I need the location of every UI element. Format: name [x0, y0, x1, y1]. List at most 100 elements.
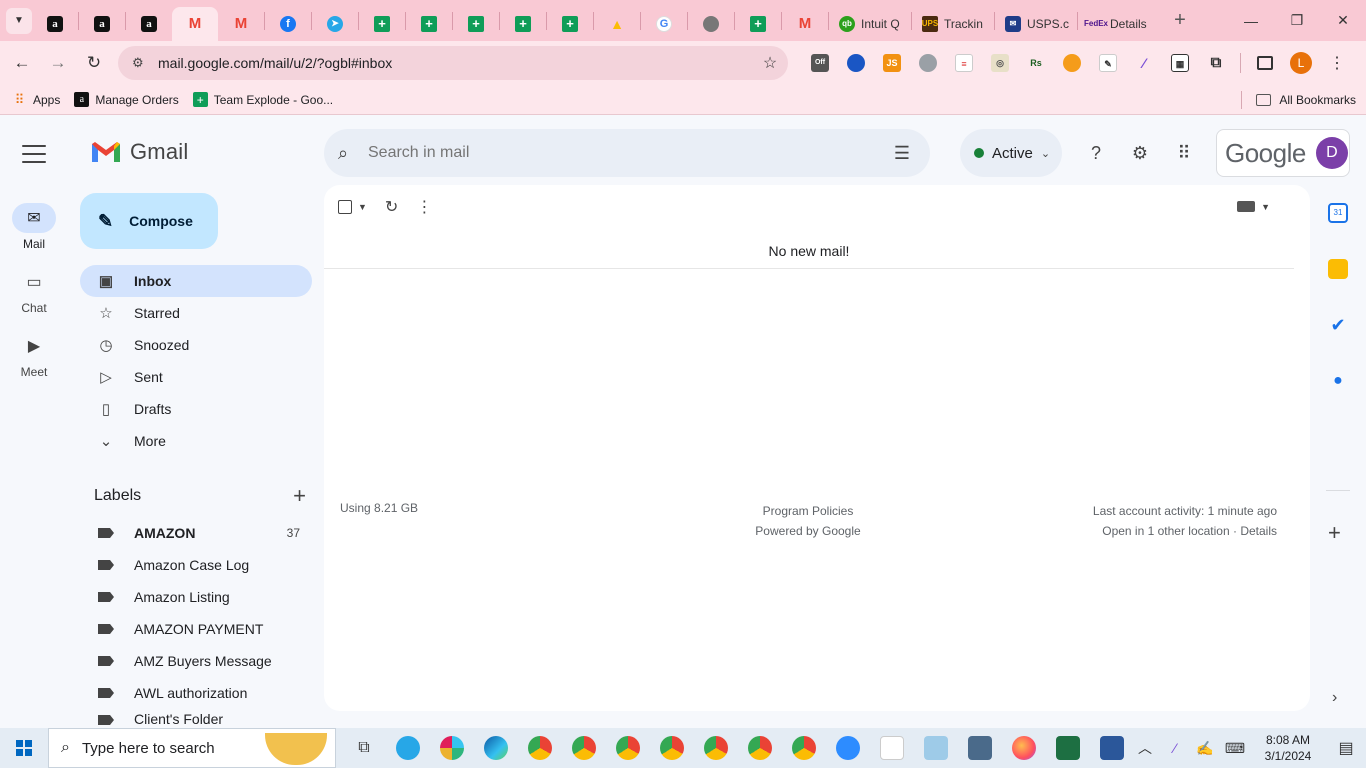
profile-button[interactable]: L: [1283, 45, 1319, 81]
keep-icon[interactable]: [1328, 259, 1348, 279]
browser-tab[interactable]: +: [406, 7, 452, 41]
show-hidden-icons[interactable]: ︿: [1130, 738, 1160, 758]
calculator-app-icon[interactable]: [958, 728, 1002, 768]
label-item[interactable]: AMZ Buyers Message: [80, 645, 312, 677]
task-view-icon[interactable]: ⧉: [342, 728, 386, 768]
calendar-icon[interactable]: 31: [1328, 203, 1348, 223]
word-app-icon[interactable]: [1090, 728, 1134, 768]
label-item[interactable]: Client's Folder: [80, 709, 312, 729]
bookmark-manage-orders[interactable]: a Manage Orders: [74, 92, 179, 107]
storage-usage[interactable]: Using 8.21 GB: [340, 501, 418, 515]
chrome-app-icon[interactable]: [606, 728, 650, 768]
browser-tab[interactable]: a: [126, 7, 172, 41]
label-item[interactable]: Amazon Listing: [80, 581, 312, 613]
extension-qr-icon[interactable]: ▦: [1162, 45, 1198, 81]
input-tools-button[interactable]: ▼: [1237, 201, 1270, 212]
gmail-logo[interactable]: Gmail: [90, 139, 188, 165]
rail-item-chat[interactable]: ▭ Chat: [0, 267, 68, 315]
pen-tray-icon[interactable]: ⁄: [1160, 740, 1190, 756]
more-options-icon[interactable]: ⋮: [416, 197, 432, 217]
start-button[interactable]: [0, 728, 48, 768]
notepad-app-icon[interactable]: [914, 728, 958, 768]
side-panel-icon[interactable]: [1247, 45, 1283, 81]
browser-tab[interactable]: ➤: [312, 7, 358, 41]
refresh-icon[interactable]: ↻: [385, 197, 398, 217]
nav-item-starred[interactable]: ☆ Starred: [80, 297, 312, 329]
browser-tab[interactable]: a: [79, 7, 125, 41]
extensions-puzzle-icon[interactable]: ⧉: [1198, 45, 1234, 81]
chrome-app-icon[interactable]: [782, 728, 826, 768]
label-item[interactable]: AWL authorization: [80, 677, 312, 709]
notifications-icon[interactable]: ▤: [1326, 738, 1366, 758]
clock[interactable]: 8:08 AM 3/1/2024: [1250, 732, 1326, 764]
browser-menu-icon[interactable]: ⋮: [1319, 45, 1355, 81]
chrome-app-icon[interactable]: [562, 728, 606, 768]
chrome-app-icon[interactable]: [694, 728, 738, 768]
browser-tab[interactable]: a: [32, 7, 78, 41]
address-bar[interactable]: ⚙ mail.google.com/mail/u/2/?ogbl#inbox ☆: [118, 46, 788, 80]
browser-tab[interactable]: +: [500, 7, 546, 41]
extension-off-icon[interactable]: Off: [802, 45, 838, 81]
contacts-icon[interactable]: ●: [1328, 371, 1348, 391]
extension-logo-icon[interactable]: ✎: [1090, 45, 1126, 81]
browser-tab[interactable]: qb Intuit Q: [829, 7, 911, 41]
browser-tab[interactable]: FedEx Details: [1078, 7, 1160, 41]
reload-button[interactable]: ↻: [76, 45, 112, 81]
main-menu-icon[interactable]: [22, 145, 46, 163]
edge-app-icon[interactable]: [474, 728, 518, 768]
browser-tab[interactable]: +: [735, 7, 781, 41]
compose-button[interactable]: ✎ Compose: [80, 193, 218, 249]
add-label-icon[interactable]: +: [293, 483, 306, 509]
browser-tab[interactable]: M: [782, 7, 828, 41]
browser-tab[interactable]: M: [218, 7, 264, 41]
status-selector[interactable]: Active ⌄: [960, 129, 1062, 177]
label-item[interactable]: AMAZON PAYMENT: [80, 613, 312, 645]
restore-icon[interactable]: ❐: [1274, 0, 1320, 41]
extension-globe-icon[interactable]: [910, 45, 946, 81]
extension-badge-icon[interactable]: ◎: [982, 45, 1018, 81]
nav-item-sent[interactable]: ▷ Sent: [80, 361, 312, 393]
browser-tab[interactable]: +: [359, 7, 405, 41]
chrome-app-icon[interactable]: [650, 728, 694, 768]
browser-tab[interactable]: G: [641, 7, 687, 41]
chrome-app-icon[interactable]: [518, 728, 562, 768]
extension-orange-icon[interactable]: [1054, 45, 1090, 81]
settings-gear-icon[interactable]: ⚙: [1124, 137, 1156, 169]
show-side-panel-icon[interactable]: ›: [1332, 689, 1337, 707]
nav-item-more[interactable]: ⌄ More: [80, 425, 312, 457]
browser-tab[interactable]: M: [172, 6, 218, 41]
extension-js-icon[interactable]: JS: [874, 45, 910, 81]
chrome-app-icon[interactable]: [738, 728, 782, 768]
forward-button[interactable]: →: [40, 45, 76, 81]
nav-item-inbox[interactable]: ▣ Inbox: [80, 265, 312, 297]
tasks-icon[interactable]: ✔: [1328, 315, 1348, 335]
touch-keyboard-icon[interactable]: ⌨: [1220, 740, 1250, 757]
extension-lines-icon[interactable]: ≡: [946, 45, 982, 81]
browser-tab[interactable]: [688, 7, 734, 41]
chart-app-icon[interactable]: [870, 728, 914, 768]
label-item[interactable]: Amazon Case Log: [80, 549, 312, 581]
nav-item-snoozed[interactable]: ◷ Snoozed: [80, 329, 312, 361]
account-switcher[interactable]: Google D: [1216, 129, 1350, 177]
slack-app-icon[interactable]: [430, 728, 474, 768]
extension-network-icon[interactable]: [838, 45, 874, 81]
label-item[interactable]: AMAZON 37: [80, 517, 312, 549]
rail-item-meet[interactable]: ▶ Meet: [0, 331, 68, 379]
search-options-icon[interactable]: ☰: [874, 143, 930, 164]
browser-tab[interactable]: ▲: [594, 7, 640, 41]
bookmark-team-explode[interactable]: + Team Explode - Goo...: [192, 92, 333, 107]
other-location-link[interactable]: Open in 1 other location · Details: [1093, 521, 1277, 541]
browser-tab[interactable]: ✉ USPS.c: [995, 7, 1077, 41]
extension-rs-icon[interactable]: Rs: [1018, 45, 1054, 81]
google-apps-icon[interactable]: ⠿: [1168, 137, 1200, 169]
tab-search-button[interactable]: ▼: [6, 7, 32, 34]
minimize-icon[interactable]: —: [1228, 0, 1274, 41]
bookmark-star-icon[interactable]: ☆: [752, 53, 788, 73]
all-bookmarks[interactable]: All Bookmarks: [1241, 85, 1356, 115]
excel-app-icon[interactable]: [1046, 728, 1090, 768]
search-input[interactable]: [368, 144, 874, 162]
taskbar-search[interactable]: ⌕ Type here to search: [48, 728, 336, 768]
help-icon[interactable]: ?: [1080, 137, 1112, 169]
back-button[interactable]: ←: [4, 45, 40, 81]
firefox-app-icon[interactable]: [1002, 728, 1046, 768]
